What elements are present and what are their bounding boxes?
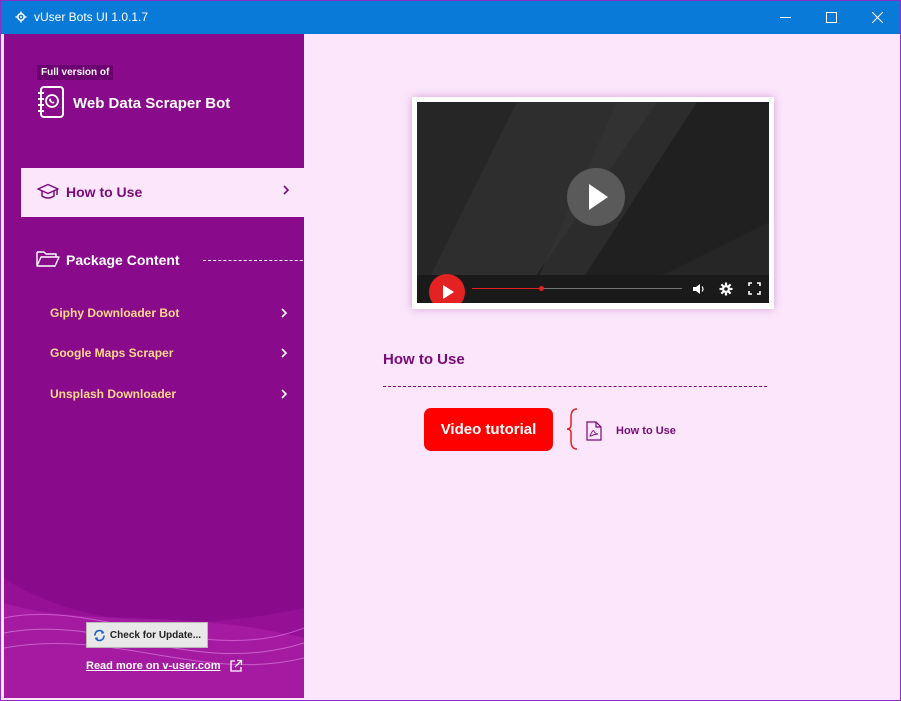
read-more-link[interactable]: Read more on v-user.com bbox=[86, 659, 243, 673]
package-content-label: Package Content bbox=[66, 252, 180, 268]
minimize-icon bbox=[779, 17, 791, 18]
nav-item-label: Unsplash Downloader bbox=[50, 387, 177, 401]
progress-fill bbox=[472, 288, 542, 289]
read-more-label: Read more on v-user.com bbox=[86, 660, 221, 672]
nav-item-label: Google Maps Scraper bbox=[50, 346, 174, 360]
nav-item-giphy-downloader[interactable]: Giphy Downloader Bot bbox=[50, 301, 304, 325]
gear-icon bbox=[15, 11, 27, 23]
external-link-icon bbox=[229, 659, 242, 672]
video-tutorial-button[interactable]: Video tutorial bbox=[424, 408, 553, 451]
volume-icon[interactable] bbox=[692, 282, 706, 296]
divider bbox=[203, 260, 304, 261]
nav-item-unsplash-downloader[interactable]: Unsplash Downloader bbox=[50, 382, 304, 406]
minimize-button[interactable] bbox=[762, 1, 808, 34]
progress-knob[interactable] bbox=[539, 286, 545, 291]
close-button[interactable] bbox=[854, 1, 900, 34]
video-player[interactable] bbox=[412, 97, 774, 309]
brand-title: Web Data Scraper Bot bbox=[73, 95, 231, 112]
chevron-right-icon bbox=[281, 389, 288, 399]
brace-decoration bbox=[566, 408, 578, 450]
pdf-how-to-use-link[interactable]: How to Use bbox=[616, 425, 676, 437]
package-content-header: Package Content bbox=[36, 248, 304, 272]
app-window: vUser Bots UI 1.0.1.7 Full version of We… bbox=[0, 0, 901, 701]
play-pause-button[interactable] bbox=[429, 274, 465, 303]
nav-item-label: Giphy Downloader Bot bbox=[50, 306, 180, 320]
title-bar: vUser Bots UI 1.0.1.7 bbox=[1, 1, 900, 34]
nav-item-how-to-use[interactable]: How to Use bbox=[21, 168, 304, 217]
maximize-icon bbox=[825, 12, 837, 23]
video-controls bbox=[417, 274, 769, 303]
settings-icon[interactable] bbox=[719, 282, 733, 296]
graduation-cap-icon bbox=[37, 183, 59, 199]
chevron-right-icon bbox=[281, 348, 288, 358]
close-icon bbox=[871, 12, 883, 23]
refresh-icon bbox=[94, 629, 105, 641]
window-title: vUser Bots UI 1.0.1.7 bbox=[34, 10, 149, 24]
video-progress-bar[interactable] bbox=[472, 286, 682, 291]
folder-open-icon bbox=[36, 251, 60, 267]
check-update-button[interactable]: Check for Update... bbox=[86, 622, 208, 648]
check-update-label: Check for Update... bbox=[109, 629, 202, 641]
chevron-right-icon bbox=[283, 185, 290, 195]
nav-item-google-maps-scraper[interactable]: Google Maps Scraper bbox=[50, 341, 304, 365]
video-screen[interactable] bbox=[417, 102, 769, 303]
fullscreen-icon[interactable] bbox=[748, 282, 761, 295]
chevron-right-icon bbox=[281, 308, 288, 318]
sidebar: Full version of Web Data Scraper Bot How… bbox=[4, 34, 304, 698]
brand-subtitle: Full version of bbox=[37, 65, 114, 80]
section-divider bbox=[383, 386, 767, 387]
play-icon bbox=[589, 184, 608, 210]
pdf-icon[interactable] bbox=[586, 421, 602, 441]
play-button[interactable] bbox=[567, 168, 625, 226]
play-icon bbox=[443, 285, 454, 299]
nav-how-to-use-label: How to Use bbox=[66, 184, 143, 200]
notebook-phone-icon bbox=[38, 86, 64, 118]
maximize-button[interactable] bbox=[808, 1, 854, 34]
section-title: How to Use bbox=[383, 351, 465, 368]
